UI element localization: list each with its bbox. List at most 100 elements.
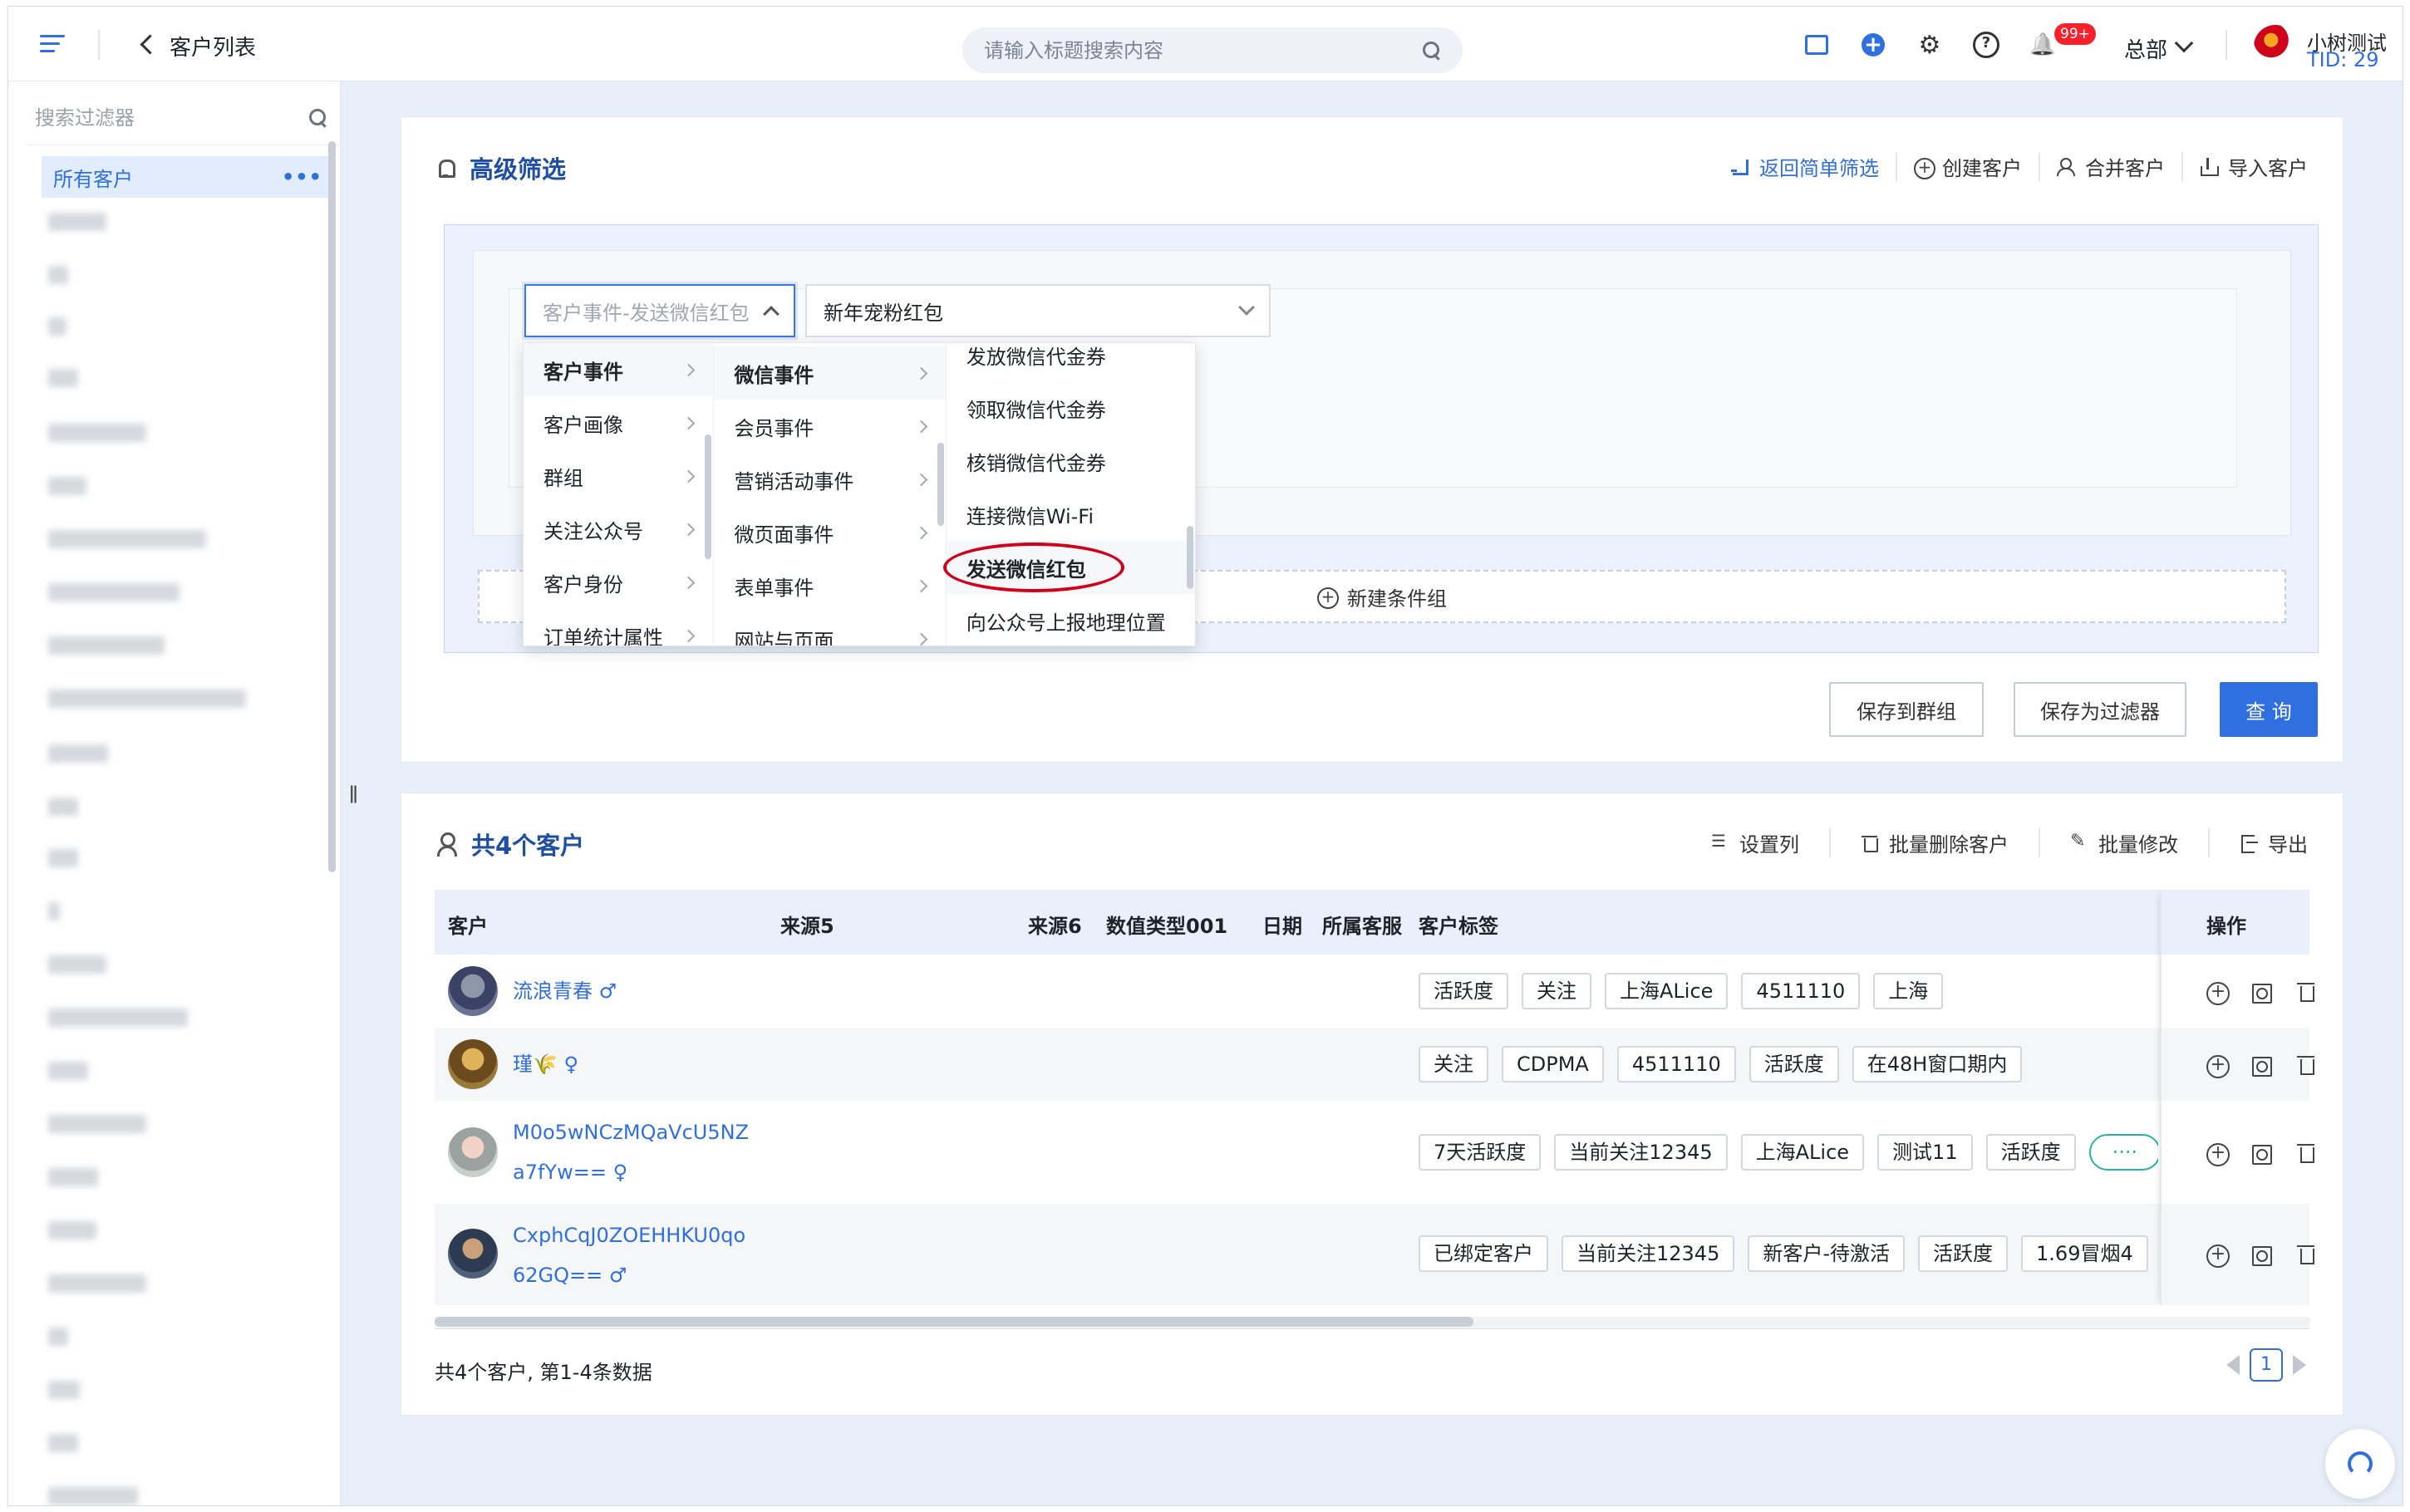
cascader-scrollbar[interactable] [937, 443, 944, 526]
table-row[interactable]: M0o5wNCzMQaVcU5NZ a7fYw== ♀ 7天活跃度 当前关注12… [435, 1101, 2314, 1204]
customer-name-link[interactable]: 瑾🌾 ♀ [513, 1044, 578, 1084]
add-circle-icon[interactable] [1860, 32, 1886, 58]
search-icon[interactable] [309, 109, 327, 127]
event-value-select[interactable]: 新年宠粉红包 [805, 284, 1271, 337]
save-as-filter-button[interactable]: 保存为过滤器 [2014, 682, 2186, 737]
sidebar-item-blurred[interactable] [48, 213, 106, 231]
table-horizontal-scrollbar[interactable] [435, 1317, 1473, 1327]
sidebar-item-blurred[interactable] [48, 1434, 78, 1452]
cascader-option[interactable]: 领取微信代金券 [947, 381, 1195, 434]
customer-name-link[interactable]: 流浪青春 ♂ [513, 971, 617, 1011]
import-customer-button[interactable]: 导入客户 [2181, 152, 2343, 181]
org-switcher[interactable]: 总部 [2124, 33, 2167, 64]
batch-delete-button[interactable]: 批量删除客户 [1829, 828, 2039, 857]
sidebar-item-blurred[interactable] [48, 477, 86, 495]
menu-icon[interactable] [40, 35, 65, 53]
cascader-option[interactable]: 客户画像 [524, 396, 713, 449]
sidebar-item-all-customers[interactable]: 所有客户 ••• [42, 156, 334, 198]
save-to-group-button[interactable]: 保存到群组 [1829, 682, 1984, 737]
back-simple-filter-button[interactable]: 返回简单筛选 [1714, 152, 1896, 181]
cascader-option[interactable]: 关注公众号 [524, 503, 713, 556]
cascader-option-selected[interactable]: 发送微信红包 [946, 541, 1195, 594]
cascader-scrollbar[interactable] [1187, 526, 1193, 589]
back-arrow-icon[interactable] [138, 35, 156, 53]
set-columns-button[interactable]: 设置列 [1694, 828, 1829, 857]
cascader-option[interactable]: 客户事件 [524, 343, 714, 396]
column-header[interactable]: 所属客服 [1322, 910, 1402, 939]
sidebar-item-blurred[interactable] [48, 583, 180, 601]
cascader-option[interactable]: 微信事件 [714, 346, 946, 400]
sidebar-item-blurred[interactable] [48, 636, 165, 655]
column-header[interactable]: 数值类型001 [1106, 910, 1227, 939]
sidebar-item-blurred[interactable] [48, 424, 146, 442]
sidebar-item-blurred[interactable] [48, 1221, 96, 1240]
sidebar-item-blurred[interactable] [48, 530, 206, 548]
help-icon[interactable] [1973, 32, 1999, 58]
page-number-button[interactable]: 1 [2250, 1348, 2283, 1382]
merge-customer-button[interactable]: 合并客户 [2039, 152, 2181, 181]
collapse-handle-icon[interactable]: ǁ [349, 783, 358, 804]
global-search-input[interactable] [984, 38, 1423, 62]
next-page-icon[interactable] [2293, 1355, 2306, 1375]
cascader-option[interactable]: 网站与页面 [714, 612, 945, 646]
table-row[interactable]: 流浪青春 ♂ 活跃度 关注 上海ALice 4511110 上海 [435, 955, 2314, 1028]
sidebar-item-blurred[interactable] [48, 317, 66, 336]
cascader-option[interactable]: 核销微信代金券 [947, 434, 1195, 488]
more-tags-button[interactable]: ···· [2088, 1134, 2158, 1171]
gear-icon[interactable] [1916, 32, 1943, 58]
query-button[interactable]: 查 询 [2220, 682, 2318, 737]
more-icon[interactable]: ••• [282, 165, 322, 189]
customer-name-link[interactable]: CxphCqJ0ZOEHHKU0qo [513, 1215, 745, 1255]
cascader-option[interactable]: 微页面事件 [714, 506, 945, 559]
cascader-option[interactable]: 订单统计属性 [524, 609, 713, 646]
customer-name-link-line2[interactable]: 62GQ== ♂ [513, 1255, 627, 1295]
search-icon[interactable] [1423, 41, 1441, 60]
sidebar-item-blurred[interactable] [48, 902, 60, 920]
batch-edit-button[interactable]: 批量修改 [2039, 828, 2208, 857]
customer-name-link-line2[interactable]: a7fYw== ♀ [513, 1152, 627, 1192]
cascader-option[interactable]: 向公众号上报地理位置 [947, 594, 1195, 646]
table-row[interactable]: 瑾🌾 ♀ 关注 CDPMA 4511110 活跃度 在48H窗口期内 [435, 1028, 2314, 1101]
column-header[interactable]: 来源6 [1028, 910, 1082, 939]
event-type-select[interactable]: 客户事件-发送微信红包 [524, 284, 795, 337]
customer-name-link[interactable]: M0o5wNCzMQaVcU5NZ [513, 1112, 749, 1152]
create-customer-button[interactable]: 创建客户 [1896, 152, 2039, 181]
sidebar-item-blurred[interactable] [48, 1274, 146, 1293]
cascader-option[interactable]: 客户身份 [524, 556, 713, 609]
global-search[interactable] [962, 27, 1463, 73]
user-avatar[interactable] [2254, 25, 2297, 68]
sidebar-search[interactable] [35, 100, 327, 136]
sidebar-item-blurred[interactable] [48, 1328, 68, 1346]
column-header[interactable]: 日期 [1262, 910, 1302, 939]
prev-page-icon[interactable] [2226, 1355, 2240, 1375]
cascader-option[interactable]: 连接微信Wi-Fi [947, 488, 1195, 541]
support-float-button[interactable] [2325, 1429, 2395, 1499]
sidebar-item-blurred[interactable] [48, 1062, 88, 1080]
sidebar-item-blurred[interactable] [48, 266, 68, 284]
cascader-scrollbar[interactable] [705, 434, 712, 559]
sidebar-item-blurred[interactable] [48, 849, 78, 867]
chevron-down-icon[interactable] [2174, 33, 2194, 53]
sidebar-item-blurred[interactable] [48, 798, 78, 816]
cascader-option[interactable]: 表单事件 [714, 559, 945, 612]
bell-icon[interactable] [2029, 32, 2056, 58]
sidebar-item-blurred[interactable] [48, 1168, 98, 1186]
cascader-option[interactable]: 营销活动事件 [714, 453, 945, 506]
export-button[interactable]: 导出 [2208, 828, 2343, 857]
sidebar-item-blurred[interactable] [48, 744, 108, 763]
sidebar-item-blurred[interactable] [48, 1487, 138, 1505]
sidebar-item-blurred[interactable] [48, 1115, 146, 1133]
table-row[interactable]: CxphCqJ0ZOEHHKU0qo 62GQ== ♂ 已绑定客户 当前关注12… [435, 1204, 2314, 1305]
column-header[interactable]: 来源5 [780, 910, 834, 939]
sidebar-search-input[interactable] [35, 106, 309, 130]
sidebar-scrollbar[interactable] [328, 141, 336, 872]
sidebar-item-blurred[interactable] [48, 690, 246, 708]
column-header[interactable]: 客户标签 [1419, 910, 1498, 939]
inbox-icon[interactable] [1803, 32, 1830, 58]
column-header[interactable]: 客户 [448, 910, 488, 939]
sidebar-item-blurred[interactable] [48, 1009, 188, 1027]
sidebar-item-blurred[interactable] [48, 955, 106, 974]
sidebar-item-blurred[interactable] [48, 369, 78, 387]
sidebar-item-blurred[interactable] [48, 1381, 80, 1399]
cascader-option[interactable]: 会员事件 [714, 400, 945, 453]
